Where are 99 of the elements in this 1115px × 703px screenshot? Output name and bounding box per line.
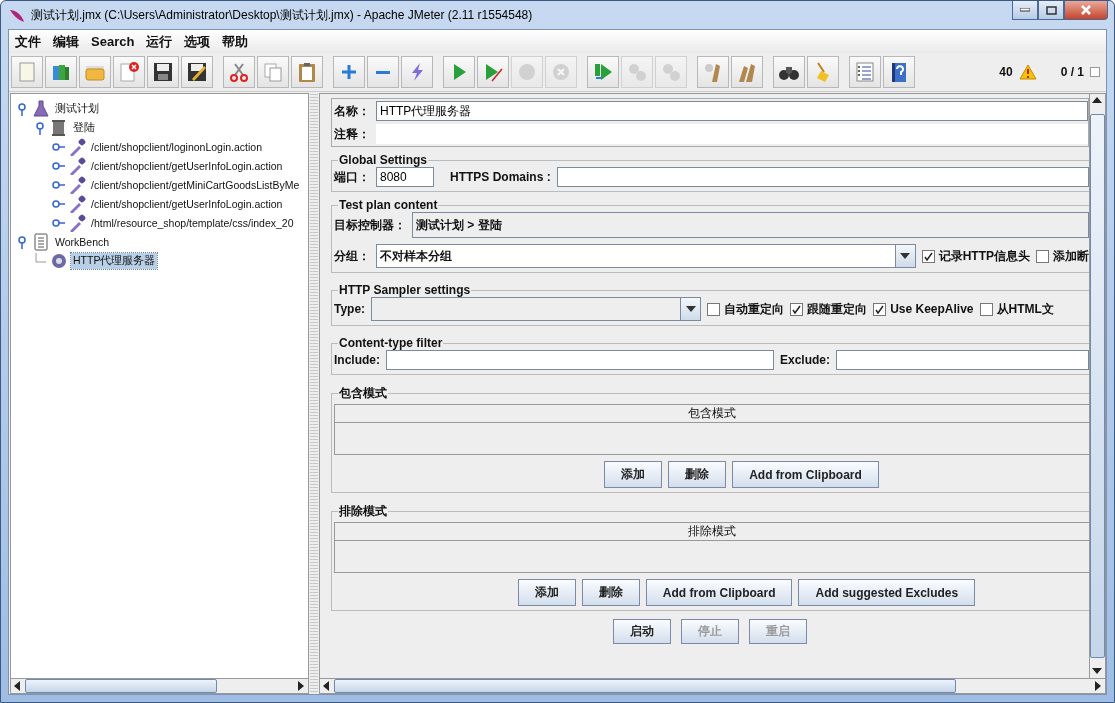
group-title: Content-type filter bbox=[338, 336, 444, 350]
dropdown-arrow-icon bbox=[900, 253, 911, 259]
menu-item[interactable]: 选项 bbox=[178, 32, 217, 51]
action-button[interactable]: 添加 bbox=[517, 579, 576, 606]
action-button[interactable]: 删除 bbox=[668, 461, 727, 488]
tree-node-label[interactable]: /client/shopclient/getMiniCartGoodsListByMe bbox=[89, 177, 302, 192]
field-label: Include: bbox=[334, 353, 380, 367]
expanded-handle-icon[interactable] bbox=[15, 101, 29, 116]
maximize-icon bbox=[1045, 5, 1057, 15]
list-icon bbox=[854, 61, 876, 83]
column-header: 包含模式 bbox=[335, 405, 1089, 423]
checkbox[interactable]: 跟随重定向 bbox=[790, 300, 868, 318]
document-icon bbox=[16, 61, 38, 83]
expanded-handle-icon[interactable] bbox=[15, 234, 29, 249]
toolbar-button[interactable] bbox=[883, 56, 915, 88]
gears-icon bbox=[626, 61, 648, 83]
checkmark-icon bbox=[792, 304, 802, 314]
toolbar-button[interactable] bbox=[181, 56, 213, 88]
type-dropdown[interactable] bbox=[371, 297, 702, 321]
action-button[interactable]: 添加 bbox=[604, 461, 663, 488]
feather-icon bbox=[9, 7, 25, 23]
menu-item[interactable]: 编辑 bbox=[47, 32, 85, 51]
close-document-icon bbox=[118, 61, 140, 83]
tree-node-label[interactable]: 登陆 bbox=[71, 119, 97, 136]
checkbox[interactable]: 记录HTTP信息头 bbox=[921, 247, 1030, 265]
close-icon bbox=[1080, 5, 1092, 15]
https-domains-field[interactable] bbox=[556, 167, 1089, 187]
column-header: 排除模式 bbox=[335, 523, 1089, 541]
close-button[interactable] bbox=[1064, 1, 1108, 20]
expanded-handle-icon[interactable] bbox=[33, 120, 47, 135]
horizontal-scrollbar[interactable] bbox=[11, 678, 308, 693]
clipboard-icon bbox=[31, 232, 51, 251]
minimize-button[interactable] bbox=[1012, 1, 1038, 20]
action-button[interactable]: Add from Clipboard bbox=[732, 461, 879, 488]
toolbar-button[interactable] bbox=[147, 56, 179, 88]
stop-x-icon bbox=[550, 61, 572, 83]
field-label: 目标控制器： bbox=[334, 216, 406, 234]
warning-icon[interactable] bbox=[1018, 64, 1037, 80]
copy-icon bbox=[262, 61, 284, 83]
scissors-icon bbox=[228, 61, 250, 83]
window-title: 测试计划.jmx (C:\Users\Administrator\Desktop\测试计划.jmx) - Apache JMeter (2.11 r1554548) bbox=[31, 6, 533, 24]
checkbox[interactable]: 自动重定向 bbox=[707, 300, 785, 318]
dropdown-arrow-icon bbox=[685, 306, 696, 312]
vertical-scrollbar[interactable] bbox=[1089, 94, 1105, 678]
group-title: 排除模式 bbox=[338, 503, 388, 520]
menu-item[interactable]: 文件 bbox=[9, 32, 47, 51]
stop-icon bbox=[516, 61, 538, 83]
tree-node-label[interactable]: /client/shopclient/getUserInfoLogin.action bbox=[89, 158, 285, 173]
exclude-field[interactable] bbox=[836, 350, 1089, 370]
checkmark-icon bbox=[923, 251, 933, 261]
field-label: 分组： bbox=[334, 247, 370, 265]
horizontal-scrollbar[interactable] bbox=[320, 678, 1105, 693]
checkbox[interactable]: 添加断 bbox=[1036, 247, 1089, 265]
checkmark-icon bbox=[875, 304, 885, 314]
grouping-dropdown[interactable]: 不对样本分组 bbox=[376, 244, 916, 268]
field-label: Exclude: bbox=[780, 353, 831, 367]
brushes-icon bbox=[736, 61, 758, 83]
tree-node-label[interactable]: /html/resource_shop/template/css/index_20 bbox=[89, 215, 296, 230]
thread-count: 0 / 1 bbox=[1060, 65, 1084, 79]
clipboard-icon bbox=[296, 61, 318, 83]
field-label: 端口： bbox=[334, 168, 370, 186]
checkbox[interactable]: Use KeepAlive bbox=[873, 302, 974, 316]
action-button[interactable]: Add from Clipboard bbox=[645, 579, 793, 606]
minus-icon bbox=[376, 70, 390, 74]
action-button[interactable]: Add suggested Excludes bbox=[798, 579, 976, 606]
minimize-icon bbox=[1020, 8, 1030, 12]
group-title: Global Settings bbox=[338, 153, 428, 167]
toolbar-button[interactable] bbox=[773, 56, 805, 88]
comment-field[interactable] bbox=[376, 124, 1088, 144]
maximize-button[interactable] bbox=[1038, 1, 1064, 20]
tree-node-label[interactable]: HTTP代理服务器 bbox=[71, 252, 158, 269]
action-button[interactable]: 启动 bbox=[613, 619, 671, 644]
checkbox[interactable]: 从HTML文 bbox=[979, 300, 1054, 318]
group-title: 包含模式 bbox=[338, 385, 388, 402]
name-field[interactable]: HTTP代理服务器 bbox=[376, 101, 1088, 121]
tree-node-label[interactable]: /client/shopclient/getUserInfoLogin.action bbox=[89, 196, 285, 211]
menu-item[interactable]: 运行 bbox=[140, 32, 179, 51]
target-controller-dropdown[interactable]: 测试计划 > 登陆 bbox=[412, 212, 1089, 238]
tree-node-label[interactable]: 测试计划 bbox=[53, 100, 101, 117]
floppy-pencil-icon bbox=[186, 61, 208, 83]
field-label: Type: bbox=[334, 302, 366, 316]
port-field[interactable]: 8080 bbox=[376, 167, 434, 187]
field-label: 名称： bbox=[334, 102, 370, 120]
status-indicator bbox=[1090, 67, 1100, 77]
error-count: 40 bbox=[999, 65, 1013, 79]
field-label: HTTPS Domains : bbox=[450, 170, 551, 184]
tree-node-label[interactable]: WorkBench bbox=[53, 234, 112, 249]
group-title: HTTP Sampler settings bbox=[338, 283, 472, 297]
action-button[interactable]: 删除 bbox=[581, 579, 640, 606]
menu-item[interactable]: Search bbox=[85, 34, 141, 49]
group-title: Test plan content bbox=[338, 198, 439, 212]
play-arrow-icon bbox=[592, 61, 614, 83]
include-field[interactable] bbox=[386, 350, 774, 370]
menu-item[interactable]: 帮助 bbox=[216, 32, 255, 51]
tree-node-label[interactable]: /client/shopclient/loginonLogin.action bbox=[89, 139, 265, 154]
flask-icon bbox=[31, 99, 51, 118]
gears-icon bbox=[660, 61, 682, 83]
field-label: 注释： bbox=[334, 125, 370, 143]
floppy-icon bbox=[152, 61, 174, 83]
